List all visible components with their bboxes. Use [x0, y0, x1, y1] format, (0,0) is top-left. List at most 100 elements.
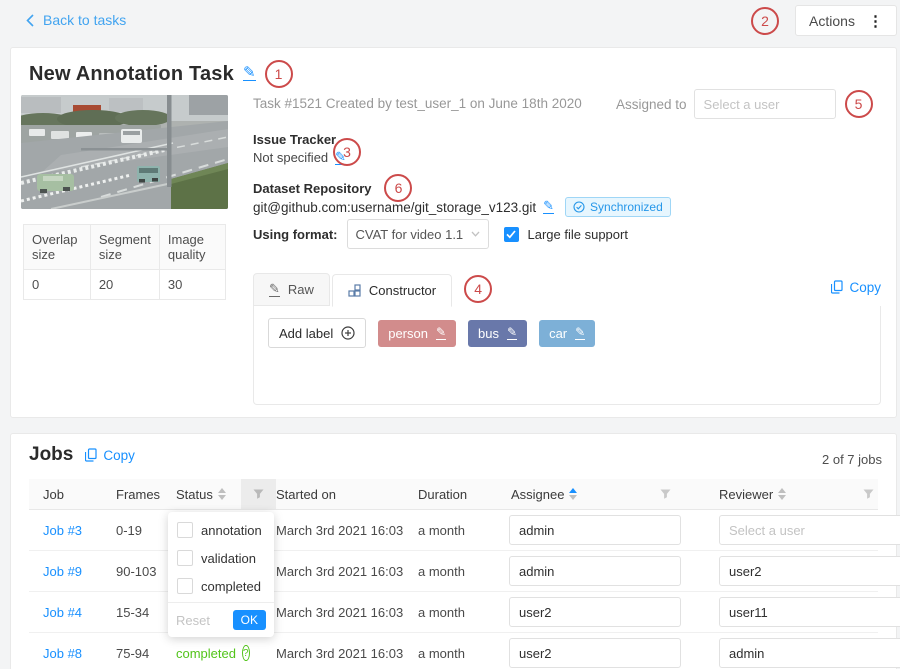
- column-header-job: Job: [29, 479, 116, 509]
- add-label-button-label: Add label: [279, 326, 333, 341]
- filter-icon: [863, 489, 874, 500]
- filter-option-validation[interactable]: validation: [168, 544, 274, 572]
- assignee-input[interactable]: [509, 638, 681, 668]
- sync-status-label: Synchronized: [590, 200, 663, 214]
- format-select[interactable]: CVAT for video 1.1: [347, 219, 489, 249]
- job-status: completed: [176, 646, 236, 661]
- filter-ok-button[interactable]: OK: [233, 610, 266, 630]
- check-circle-icon: [573, 201, 585, 213]
- param-header-overlap: Overlap size: [24, 225, 91, 270]
- chevron-left-icon: [26, 14, 34, 27]
- reviewer-input[interactable]: [719, 556, 900, 586]
- edit-label-icon[interactable]: ✎: [436, 326, 446, 340]
- param-value-quality: 30: [159, 270, 225, 300]
- status-filter-button[interactable]: [241, 479, 276, 509]
- jobs-count: 2 of 7 jobs: [822, 452, 882, 467]
- job-frames: 90-103: [116, 564, 176, 579]
- label-chip-bus[interactable]: bus ✎: [468, 320, 527, 347]
- checkbox-unchecked[interactable]: [177, 522, 193, 538]
- checkbox-unchecked[interactable]: [177, 550, 193, 566]
- column-header-assignee-label: Assignee: [511, 487, 564, 502]
- filter-option-label: completed: [201, 579, 261, 594]
- job-link[interactable]: Job #8: [43, 646, 82, 661]
- task-page: Back to tasks 2 Actions ⋮ New Annotation…: [0, 0, 900, 669]
- filter-option-completed[interactable]: completed: [168, 572, 274, 600]
- filter-option-label: annotation: [201, 523, 262, 538]
- caret-down-icon: [778, 495, 786, 500]
- edit-repository-icon[interactable]: ✎: [543, 200, 554, 214]
- large-file-support-checkbox[interactable]: [504, 227, 519, 242]
- edit-title-icon[interactable]: ✎: [243, 67, 256, 81]
- tab-constructor[interactable]: Constructor: [332, 274, 452, 307]
- copy-jobs-label: Copy: [103, 448, 135, 463]
- filter-option-label: validation: [201, 551, 256, 566]
- job-duration: a month: [418, 605, 483, 620]
- assignee-input[interactable]: [509, 597, 681, 627]
- checkbox-unchecked[interactable]: [177, 578, 193, 594]
- large-file-support-label: Large file support: [528, 227, 628, 242]
- filter-icon: [660, 489, 671, 500]
- assignee-input[interactable]: [509, 556, 681, 586]
- job-started: March 3rd 2021 16:03: [276, 523, 418, 538]
- sort-carets-status[interactable]: [218, 488, 226, 500]
- job-link[interactable]: Job #3: [43, 523, 82, 538]
- param-value-segment: 20: [90, 270, 159, 300]
- edit-label-icon[interactable]: ✎: [575, 326, 585, 340]
- copy-labels-link[interactable]: Copy: [831, 280, 881, 295]
- jobs-table: Job Frames Status Started on Duration: [29, 479, 878, 669]
- annotation-circle-1: 1: [265, 60, 293, 88]
- build-icon: [348, 284, 361, 297]
- actions-button[interactable]: Actions ⋮: [795, 5, 897, 36]
- job-link[interactable]: Job #4: [43, 605, 82, 620]
- param-header-segment: Segment size: [90, 225, 159, 270]
- job-started: March 3rd 2021 16:03: [276, 646, 418, 661]
- label-chip-bus-name: bus: [478, 326, 499, 341]
- reviewer-filter-button[interactable]: [863, 479, 874, 509]
- sync-status-badge[interactable]: Synchronized: [565, 197, 671, 217]
- question-circle-icon[interactable]: ?: [242, 645, 250, 661]
- job-link[interactable]: Job #9: [43, 564, 82, 579]
- sort-carets-assignee[interactable]: [569, 488, 577, 500]
- assigned-to-row: Assigned to 5: [616, 89, 873, 119]
- dataset-repository-url: git@github.com:username/git_storage_v123…: [253, 200, 536, 215]
- chevron-down-icon: [471, 231, 480, 237]
- column-header-assignee[interactable]: Assignee: [483, 479, 691, 509]
- assignee-filter-button[interactable]: [660, 479, 671, 509]
- assignee-input[interactable]: [509, 515, 681, 545]
- copy-jobs-link[interactable]: Copy: [85, 448, 135, 463]
- column-header-reviewer[interactable]: Reviewer: [691, 479, 878, 509]
- filter-icon: [253, 489, 264, 500]
- assigned-to-input[interactable]: [694, 89, 836, 119]
- dataset-repository-label: Dataset Repository: [253, 181, 371, 196]
- actions-button-label: Actions: [809, 13, 855, 29]
- tab-raw[interactable]: ✎ Raw: [253, 273, 330, 306]
- edit-icon: ✎: [269, 283, 280, 297]
- sort-carets-reviewer[interactable]: [778, 488, 786, 500]
- jobs-table-header: Job Frames Status Started on Duration: [29, 479, 878, 510]
- column-header-status[interactable]: Status: [176, 479, 241, 509]
- job-frames: 15-34: [116, 605, 176, 620]
- caret-down-icon: [218, 495, 226, 500]
- add-label-button[interactable]: Add label: [268, 318, 366, 348]
- tab-constructor-label: Constructor: [369, 283, 436, 298]
- caret-up-icon: [778, 488, 786, 493]
- task-card: New Annotation Task ✎ 1: [10, 47, 897, 418]
- back-to-tasks-link[interactable]: Back to tasks: [26, 12, 126, 28]
- reviewer-input[interactable]: [719, 597, 900, 627]
- assigned-to-label: Assigned to: [616, 97, 687, 112]
- filter-option-annotation[interactable]: annotation: [168, 516, 274, 544]
- using-format-label: Using format:: [253, 227, 338, 242]
- edit-label-icon[interactable]: ✎: [507, 326, 517, 340]
- annotation-circle-4: 4: [464, 275, 492, 303]
- label-chip-car[interactable]: car ✎: [539, 320, 595, 347]
- copy-labels-label: Copy: [849, 280, 881, 295]
- copy-icon: [831, 280, 843, 294]
- reviewer-input[interactable]: [719, 638, 900, 668]
- label-chip-person[interactable]: person ✎: [378, 320, 456, 347]
- job-frames: 75-94: [116, 646, 176, 661]
- reviewer-input[interactable]: [719, 515, 900, 545]
- caret-up-icon: [218, 488, 226, 493]
- task-params-table: Overlap size Segment size Image quality …: [23, 224, 226, 300]
- filter-reset-button[interactable]: Reset: [176, 613, 210, 628]
- tab-raw-label: Raw: [288, 282, 314, 297]
